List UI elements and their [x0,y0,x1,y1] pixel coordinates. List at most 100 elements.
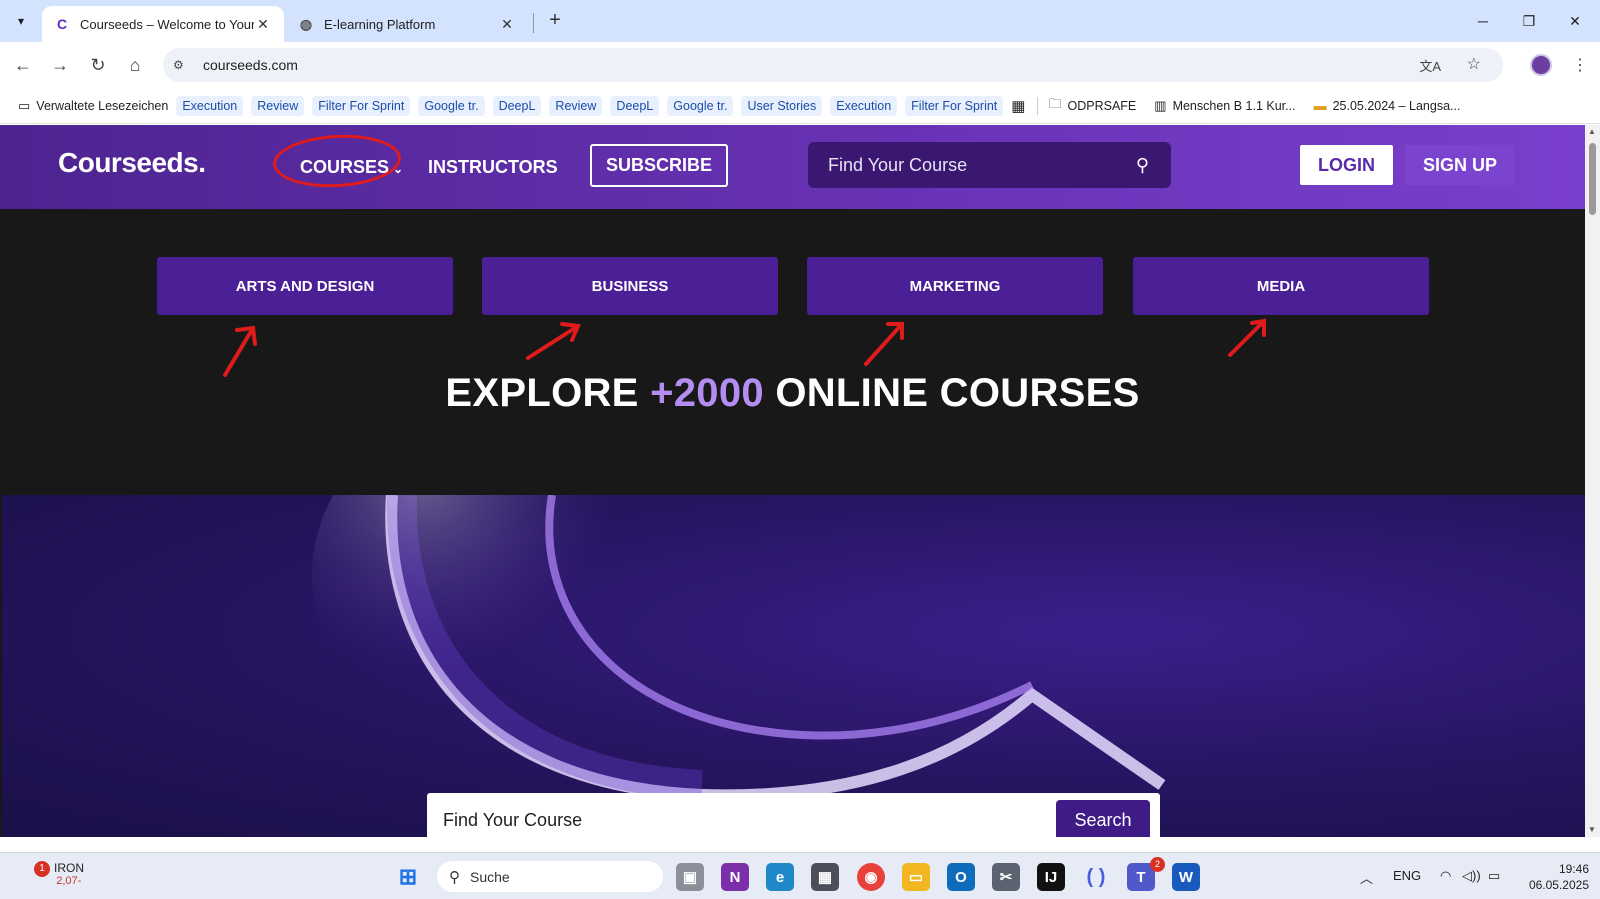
bookmark-event[interactable]: ▬ 25.05.2024 – Langsa... [1314,98,1461,113]
windows-start-icon[interactable]: ⊞ [394,863,422,891]
scroll-up-icon[interactable]: ▲ [1588,127,1596,136]
annotation-arrow [1228,318,1266,357]
address-bar[interactable]: ⚙ courseeds.com 文A ☆ [163,48,1503,82]
chevron-down-icon: ⌄ [393,162,404,176]
headline-highlight: +2000 [650,371,764,415]
tab-title: E-learning Platform [324,16,436,32]
close-tab-icon[interactable]: ✕ [254,16,272,33]
translate-icon[interactable]: 文A [1419,56,1441,75]
bookmark-google-tr[interactable]: Google tr. [667,95,734,116]
bookmark-filter-for-sprint[interactable]: Filter For Sprint [905,95,1004,116]
bookmark-review[interactable]: Review [549,95,603,116]
battery-icon[interactable]: ▭ [1488,868,1500,884]
bookmark-label: ODPRSAFE [1067,98,1137,113]
bookmark-label: Verwaltete Lesezeichen [36,98,169,113]
task-view-icon[interactable]: ▣ [676,863,704,891]
bookmark-execution[interactable]: Execution [176,95,244,116]
bookmark-filter-for-sprint[interactable]: Filter For Sprint [312,95,411,116]
scrollbar-thumb[interactable] [1589,143,1596,215]
file-explorer-icon[interactable]: ▭ [902,863,930,891]
clock[interactable]: 19:46 06.05.2025 [1523,861,1589,893]
weather-label: IRON [54,861,84,875]
time: 19:46 [1558,862,1589,876]
scroll-down-icon[interactable]: ▼ [1588,825,1596,834]
snipping-tool-icon[interactable]: ✂ [992,863,1020,891]
bookmark-google-tr[interactable]: Google tr. [418,95,485,116]
close-tab-icon[interactable]: ✕ [498,16,516,33]
subscribe-button[interactable]: SUBSCRIBE [590,144,728,187]
bookmark-folder-odprsafe[interactable]: 🗀 ODPRSAFE [1048,95,1136,117]
annotation-arrow [864,322,904,366]
home-icon[interactable]: ⌂ [122,52,148,78]
hero-search-input[interactable]: Find Your Course [443,810,1056,831]
bookmarks-separator [1037,96,1039,115]
show-hidden-icons-icon[interactable]: ︿ [1360,868,1373,887]
nav-courses[interactable]: COURSES ⌄ [300,157,403,178]
taskbar-search-placeholder: Suche [470,868,510,885]
category-media[interactable]: MEDIA [1133,257,1429,315]
language-indicator[interactable]: ENG [1393,868,1421,883]
category-arts-and-design[interactable]: ARTS AND DESIGN [157,257,453,315]
browser-window: ▾ C Courseeds – Welcome to Your C ✕ ◍ E-… [0,0,1600,899]
tab-courseeds[interactable]: C Courseeds – Welcome to Your C ✕ [42,6,284,42]
courseeds-favicon-icon: C [56,16,68,32]
word-icon[interactable]: W [1172,863,1200,891]
minimize-icon[interactable]: ─ [1460,6,1506,36]
tab-title: Courseeds – Welcome to Your C [80,16,254,32]
onenote-icon[interactable]: N [721,863,749,891]
annotation-arrow [526,322,581,360]
tab-search-menu-icon[interactable]: ▾ [8,9,34,33]
chrome-icon[interactable]: ◉ [857,863,885,891]
bookmark-review[interactable]: Review [251,95,305,116]
edge-icon[interactable]: e [766,863,794,891]
browser-menu-icon[interactable]: ⋮ [1572,55,1588,75]
header-search[interactable]: Find Your Course ⚲ [808,142,1171,188]
bookmark-star-icon[interactable]: ☆ [1467,54,1481,74]
category-business[interactable]: BUSINESS [482,257,778,315]
header-search-input[interactable]: Find Your Course [828,155,1136,176]
page-scrollbar[interactable]: ▲ ▼ [1585,125,1600,837]
library-icon: ▥ [1154,97,1167,113]
forward-icon[interactable]: → [47,52,73,78]
tab-elearning[interactable]: ◍ E-learning Platform ✕ [286,6,528,42]
bookmark-managed[interactable]: ▭ Verwaltete Lesezeichen [18,98,168,114]
signup-button[interactable]: SIGN UP [1405,145,1515,185]
bookmark-label: Menschen B 1.1 Kur... [1172,98,1296,113]
reload-icon[interactable]: ↻ [85,52,111,78]
bookmark-deepl[interactable]: DeepL [492,95,542,116]
hero-logo-graphic [312,495,1166,802]
category-marketing[interactable]: MARKETING [807,257,1103,315]
site-logo[interactable]: Courseeds. [58,147,206,179]
weather-widget[interactable]: 1 IRON 2,07- [24,861,104,887]
headline-post: ONLINE COURSES [763,371,1140,415]
store-icon[interactable]: ▦ [811,863,839,891]
site-header: Courseeds. COURSES ⌄ INSTRUCTORS SUBSCRIB… [0,125,1585,209]
browser-toolbar: ← → ↻ ⌂ ⚙ courseeds.com 文A ☆ [0,42,1600,88]
nav-instructors[interactable]: INSTRUCTORS [428,157,558,178]
new-tab-icon[interactable]: + [543,9,567,33]
folder-icon: 🗀 [1048,95,1062,111]
intellij-icon[interactable]: IJ [1037,863,1065,891]
back-icon[interactable]: ← [10,52,36,78]
bookmark-user-stories[interactable]: User Stories [741,95,823,116]
headline-pre: EXPLORE [445,371,651,415]
bookmark-menschen[interactable]: ▥ Menschen B 1.1 Kur... [1154,98,1295,114]
hero-headline: EXPLORE +2000 ONLINE COURSES [0,371,1585,416]
taskbar-search[interactable]: ⚲ Suche [437,861,663,892]
profile-avatar[interactable] [1530,54,1552,76]
outlook-icon[interactable]: O [947,863,975,891]
bookmark-deepl[interactable]: DeepL [610,95,660,116]
event-icon: ▬ [1313,98,1327,113]
hero-search-button[interactable]: Search [1056,799,1150,837]
nav-courses-label: COURSES [300,157,390,177]
volume-icon[interactable]: ◁)) [1462,868,1481,884]
site-info-icon[interactable]: ⚙ [173,58,195,72]
login-button[interactable]: LOGIN [1300,145,1393,185]
search-icon[interactable]: ⚲ [1136,155,1149,176]
close-window-icon[interactable]: ✕ [1552,6,1598,36]
bookmark-execution[interactable]: Execution [830,95,898,116]
restore-icon[interactable]: ❐ [1506,6,1552,36]
apps-grid-icon[interactable]: ▦ [1011,97,1025,115]
brackets-icon[interactable]: ( ) [1082,863,1110,891]
wifi-icon[interactable]: ◠ [1440,868,1451,884]
